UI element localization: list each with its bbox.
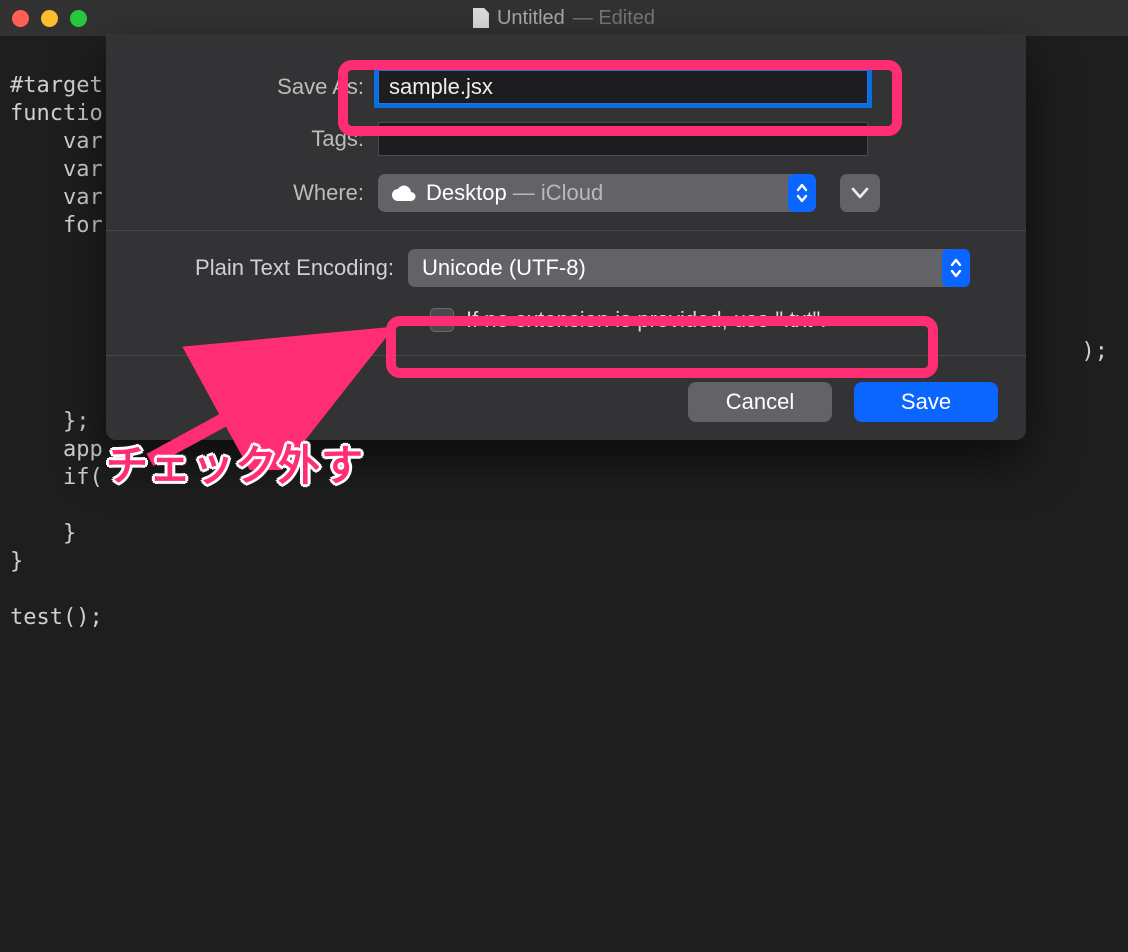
tags-label: Tags: — [134, 126, 364, 152]
window-edited-status: — Edited — [573, 7, 655, 30]
encoding-value: Unicode (UTF-8) — [422, 255, 586, 281]
cloud-icon — [392, 185, 416, 201]
dialog-button-row: Cancel Save — [106, 356, 1026, 422]
minimize-window-button[interactable] — [41, 10, 58, 27]
txt-extension-checkbox-row[interactable]: If no extension is provided, use ".txt". — [424, 301, 840, 339]
expand-folder-button[interactable] — [840, 174, 880, 212]
save-as-row: Save As: — [134, 70, 998, 104]
tags-input[interactable] — [378, 122, 868, 156]
where-stepper-icon — [788, 174, 816, 212]
txt-extension-checkbox[interactable] — [430, 308, 454, 332]
where-value: Desktop — [426, 180, 507, 206]
encoding-row: Plain Text Encoding: Unicode (UTF-8) — [134, 249, 998, 287]
encoding-dropdown[interactable]: Unicode (UTF-8) — [408, 249, 970, 287]
maximize-window-button[interactable] — [70, 10, 87, 27]
encoding-section: Plain Text Encoding: Unicode (UTF-8) If … — [106, 231, 1026, 339]
save-dialog-top: Save As: Tags: Where: Desktop — iCloud — [106, 34, 1026, 212]
tags-row: Tags: — [134, 122, 998, 156]
where-subvalue: — iCloud — [513, 180, 603, 206]
document-icon — [473, 8, 489, 28]
close-window-button[interactable] — [12, 10, 29, 27]
window-title-text: Untitled — [497, 7, 565, 30]
code-trailing: ); — [1082, 338, 1109, 366]
filename-input[interactable] — [378, 70, 868, 104]
traffic-lights — [12, 10, 87, 27]
titlebar: Untitled — Edited — [0, 0, 1128, 36]
window-title: Untitled — Edited — [0, 7, 1128, 30]
encoding-label: Plain Text Encoding: — [134, 255, 394, 281]
where-dropdown[interactable]: Desktop — iCloud — [378, 174, 816, 212]
txt-extension-label: If no extension is provided, use ".txt". — [466, 307, 826, 333]
save-as-label: Save As: — [134, 74, 364, 100]
where-row: Where: Desktop — iCloud — [134, 174, 998, 212]
save-button[interactable]: Save — [854, 382, 998, 422]
encoding-stepper-icon — [942, 249, 970, 287]
code-content: #target functio var var var for }; app i… — [10, 73, 103, 630]
cancel-button[interactable]: Cancel — [688, 382, 832, 422]
save-dialog: Save As: Tags: Where: Desktop — iCloud — [106, 34, 1026, 440]
where-label: Where: — [134, 180, 364, 206]
